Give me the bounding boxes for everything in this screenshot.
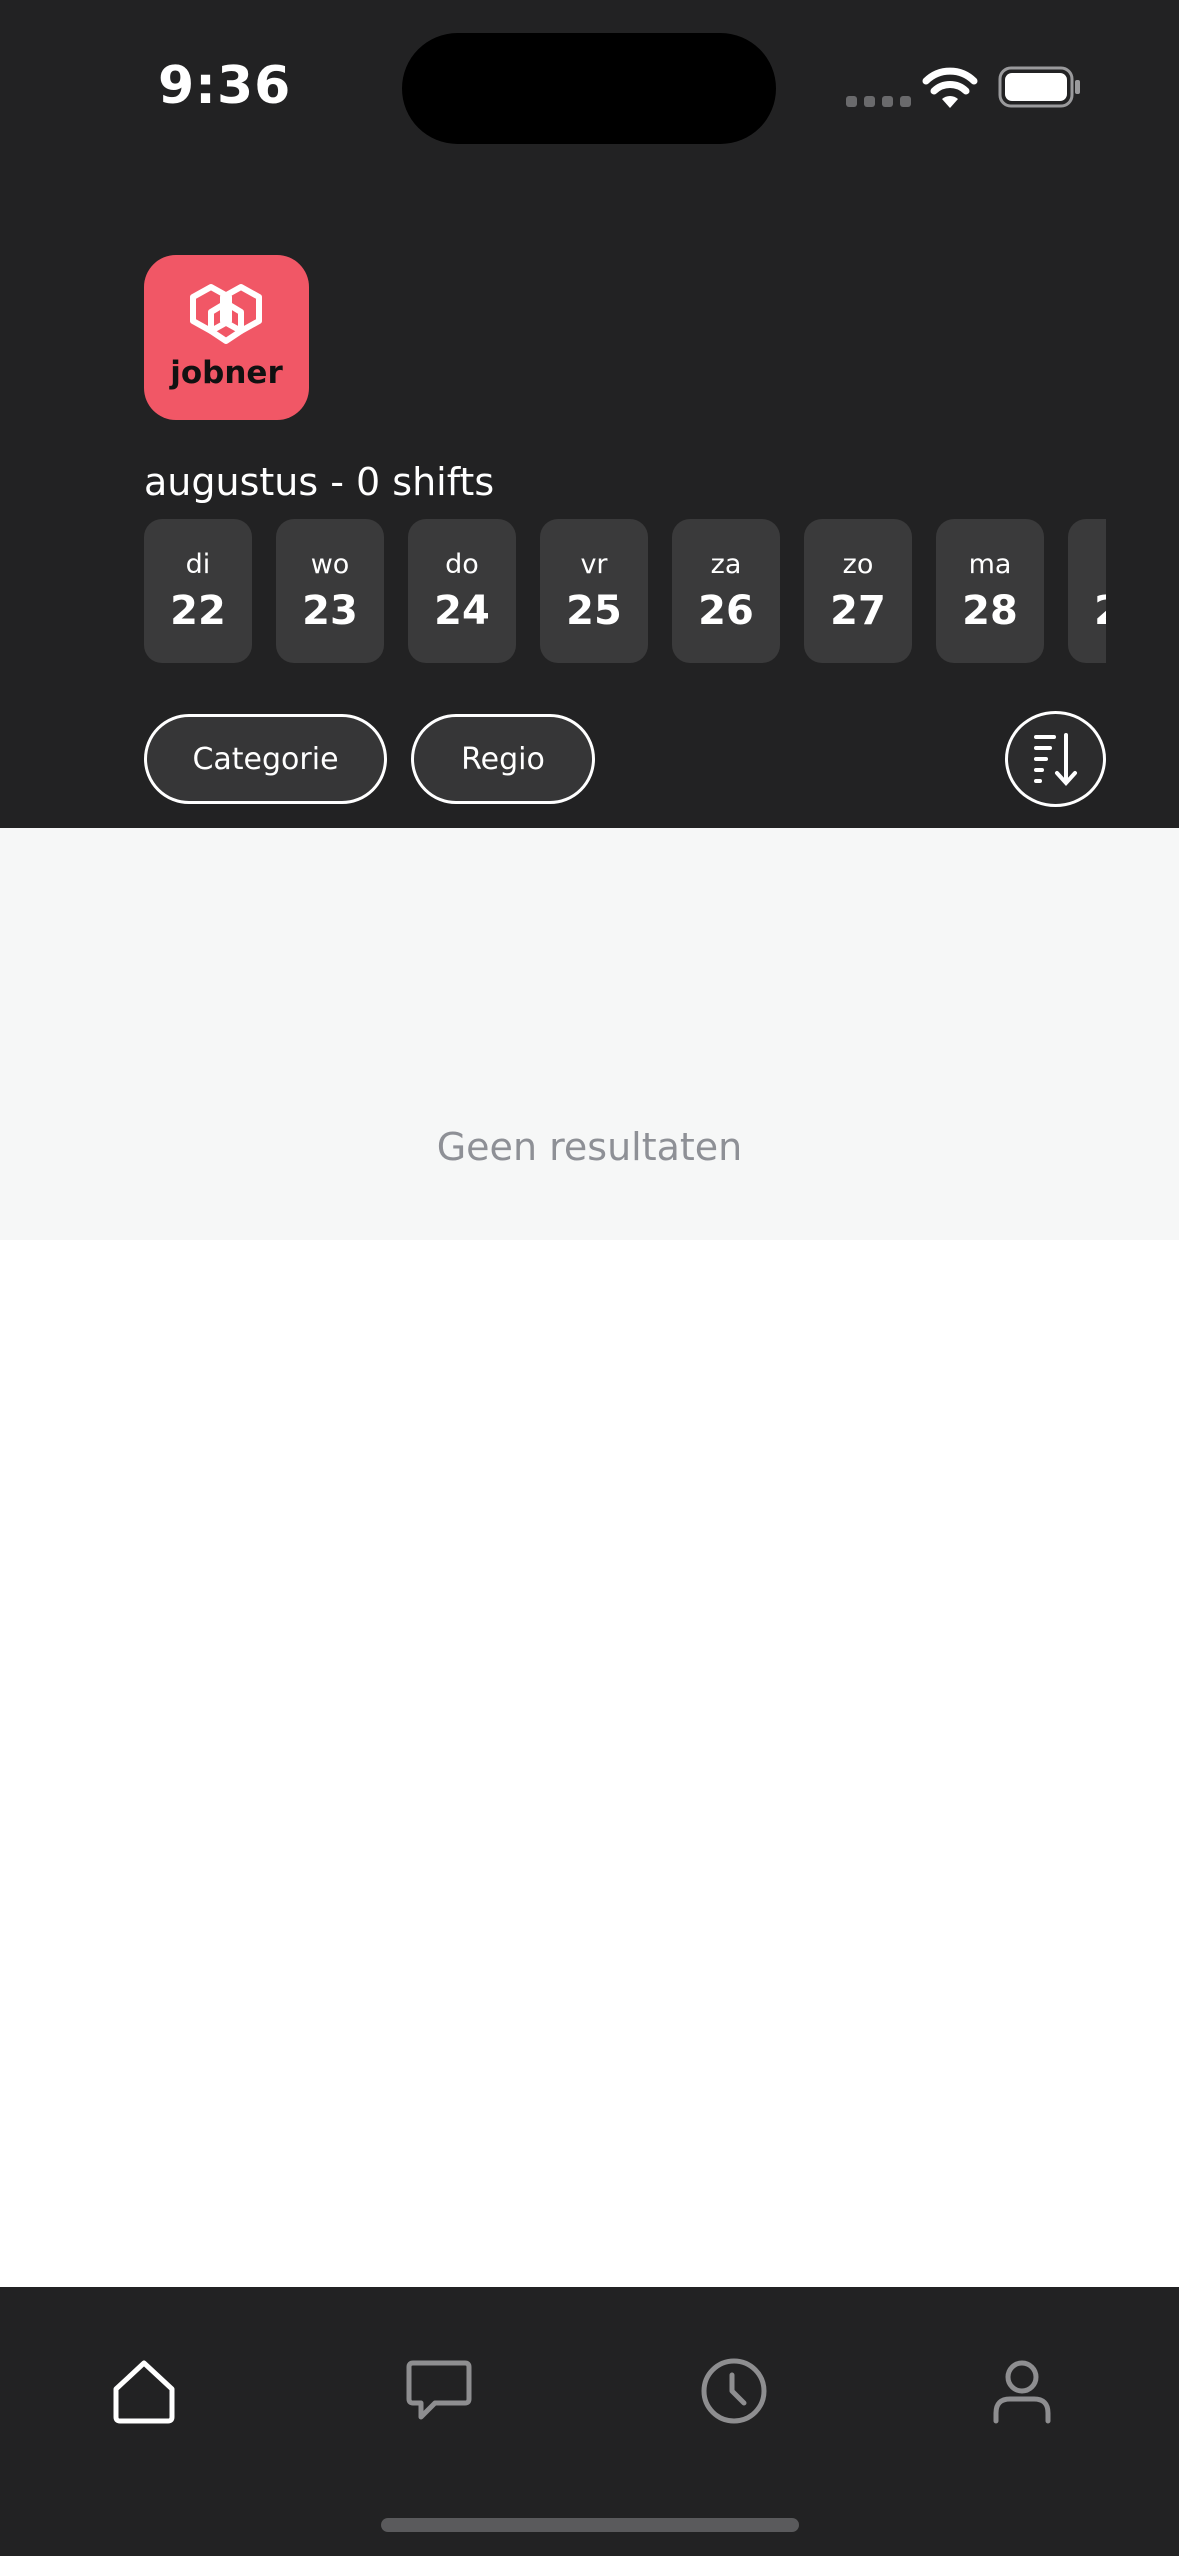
day-item[interactable]: di29 — [1068, 519, 1106, 663]
tab-messages[interactable] — [399, 2351, 479, 2431]
logo-wordmark: jobner — [170, 355, 283, 391]
day-item[interactable]: wo 23 — [276, 519, 384, 663]
app-logo: jobner — [144, 255, 309, 420]
battery-icon — [998, 66, 1080, 108]
home-indicator[interactable] — [381, 2518, 799, 2532]
header-area: 9:36 jobner augustus - 0 shifts di 22 wo 2… — [0, 0, 1179, 828]
empty-results-text: Geen resultaten — [436, 1125, 743, 1169]
dynamic-island — [402, 33, 776, 144]
wifi-icon — [922, 67, 978, 108]
day-item[interactable]: do 24 — [408, 519, 516, 663]
sort-descending-icon — [1033, 733, 1077, 786]
status-time: 9:36 — [158, 56, 292, 116]
day-item[interactable]: vr 25 — [540, 519, 648, 663]
day-item[interactable]: za 26 — [672, 519, 780, 663]
day-strip[interactable]: di22 wo23 do24 vr25 za26 zo27 ma28 di29 — [144, 519, 1106, 665]
clock-icon — [701, 2358, 767, 2424]
results-area: Geen resultaten — [0, 828, 1179, 1240]
sort-button[interactable] — [1005, 711, 1106, 807]
jobner-logo-icon — [190, 284, 262, 344]
day-item[interactable]: di 22 — [144, 519, 252, 663]
profile-icon — [993, 2360, 1051, 2424]
tab-history[interactable] — [694, 2351, 774, 2431]
region-filter-button[interactable]: Regio — [411, 714, 595, 804]
cellular-signal-icon — [846, 96, 911, 107]
tab-profile[interactable] — [982, 2351, 1062, 2431]
tab-home[interactable] — [104, 2351, 184, 2431]
bottom-tab-bar — [0, 2287, 1179, 2556]
home-icon — [113, 2360, 175, 2424]
day-item[interactable]: ma 28 — [936, 519, 1044, 663]
day-item[interactable]: zo 27 — [804, 519, 912, 663]
category-filter-button[interactable]: Categorie — [144, 714, 387, 804]
chat-icon — [406, 2360, 472, 2420]
month-summary: augustus - 0 shifts — [144, 460, 495, 504]
